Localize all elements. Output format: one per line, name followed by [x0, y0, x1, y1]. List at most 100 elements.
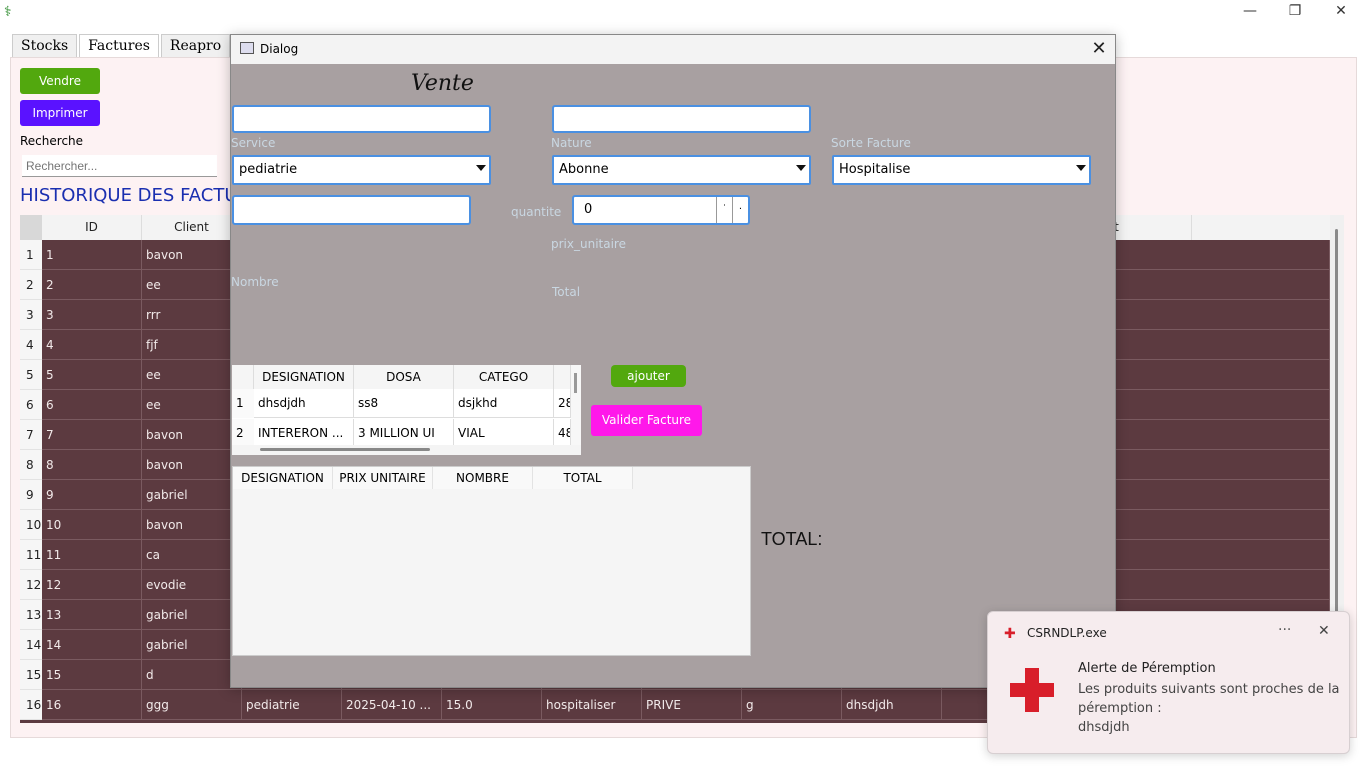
- tab-factures[interactable]: Factures: [79, 34, 159, 58]
- row-header[interactable]: 13: [20, 600, 42, 630]
- table-cell[interactable]: rrr: [142, 300, 242, 330]
- table-cell[interactable]: gabriel: [142, 480, 242, 510]
- table-cell[interactable]: bavon: [142, 420, 242, 450]
- valider-facture-button[interactable]: Valider Facture: [591, 405, 702, 436]
- table-cell[interactable]: 2: [42, 270, 142, 300]
- table-cell[interactable]: gabriel: [142, 600, 242, 630]
- service-select[interactable]: pediatrie: [232, 155, 491, 185]
- search-input[interactable]: [22, 155, 217, 177]
- spin-down-button[interactable]: ·: [732, 197, 748, 223]
- table-cell[interactable]: d: [142, 660, 242, 690]
- row-header[interactable]: 3: [20, 300, 42, 330]
- spin-up-button[interactable]: ˙: [716, 197, 732, 223]
- table-cell[interactable]: bavon: [142, 450, 242, 480]
- table-cell[interactable]: 15: [42, 660, 142, 690]
- sorte-facture-select[interactable]: Hospitalise: [832, 155, 1091, 185]
- column-header-next[interactable]: [554, 365, 571, 389]
- table-cell[interactable]: 8: [42, 450, 142, 480]
- more-options-button[interactable]: ···: [1278, 622, 1291, 638]
- row-header[interactable]: 2: [20, 270, 42, 300]
- column-header-client[interactable]: Client: [142, 215, 242, 240]
- window-close-button[interactable]: ✕: [1318, 0, 1364, 22]
- table-cell[interactable]: pediatrie: [242, 690, 342, 720]
- table-cell[interactable]: 7: [42, 420, 142, 450]
- minimize-button[interactable]: —: [1227, 0, 1273, 22]
- table-cell[interactable]: 5: [42, 360, 142, 390]
- table-cell[interactable]: ca: [142, 540, 242, 570]
- product-vscroll-thumb[interactable]: [574, 373, 577, 393]
- table-cell[interactable]: PRIVE: [642, 690, 742, 720]
- expiry-notification[interactable]: ✚ CSRNDLP.exe ··· ✕ Alerte de Péremption…: [987, 611, 1350, 754]
- column-header-designation[interactable]: DESIGNATION: [254, 365, 354, 389]
- table-cell[interactable]: 6: [42, 390, 142, 420]
- table-cell[interactable]: fjf: [142, 330, 242, 360]
- ajouter-button[interactable]: ajouter: [611, 365, 686, 387]
- table-cell[interactable]: bavon: [142, 240, 242, 270]
- row-header[interactable]: 6: [20, 390, 42, 420]
- vendre-button[interactable]: Vendre: [20, 68, 100, 94]
- row-header[interactable]: 14: [20, 630, 42, 660]
- row-header[interactable]: 8: [20, 450, 42, 480]
- row-header[interactable]: 15: [20, 660, 42, 690]
- table-cell[interactable]: 11: [42, 540, 142, 570]
- table-cell[interactable]: gabriel: [142, 630, 242, 660]
- column-header-catego[interactable]: CATEGO: [454, 365, 554, 389]
- table-cell[interactable]: ee: [142, 390, 242, 420]
- second-input[interactable]: [552, 105, 811, 133]
- table-cell[interactable]: g: [742, 690, 842, 720]
- product-vscrollbar[interactable]: [571, 365, 581, 445]
- row-header[interactable]: 4: [20, 330, 42, 360]
- maximize-button[interactable]: ❐: [1272, 0, 1318, 22]
- row-header[interactable]: 16: [20, 690, 42, 720]
- table-cell[interactable]: 14: [42, 630, 142, 660]
- table-cell[interactable]: evodie: [142, 570, 242, 600]
- imprimer-button[interactable]: Imprimer: [20, 100, 100, 126]
- notification-close-button[interactable]: ✕: [1318, 623, 1330, 639]
- tab-stocks[interactable]: Stocks: [12, 34, 78, 58]
- medicament-input[interactable]: [232, 195, 471, 225]
- product-cell[interactable]: dsjkhd: [454, 389, 554, 418]
- tab-reapro[interactable]: Reapro: [160, 34, 231, 58]
- client-input[interactable]: [232, 105, 491, 133]
- product-cell[interactable]: 28: [554, 389, 571, 418]
- product-cell[interactable]: dhsdjdh: [254, 389, 354, 418]
- table-cell[interactable]: ggg: [142, 690, 242, 720]
- column-header-total[interactable]: TOTAL: [533, 467, 633, 489]
- product-cell[interactable]: ss8: [354, 389, 454, 418]
- quantite-spinbox[interactable]: 0 ˙ ·: [572, 195, 750, 225]
- row-header[interactable]: 10: [20, 510, 42, 540]
- row-header[interactable]: 9: [20, 480, 42, 510]
- column-header-designation[interactable]: DESIGNATION: [233, 467, 333, 489]
- product-hscroll-thumb[interactable]: [260, 448, 430, 451]
- product-cell[interactable]: 48: [554, 419, 571, 448]
- row-header[interactable]: 5: [20, 360, 42, 390]
- table-cell[interactable]: 3: [42, 300, 142, 330]
- column-header-id[interactable]: ID: [42, 215, 142, 240]
- dialog-close-button[interactable]: ✕: [1087, 38, 1111, 60]
- table-cell[interactable]: 2025-04-10 ...: [342, 690, 442, 720]
- column-header-prix-unitaire[interactable]: PRIX UNITAIRE: [333, 467, 433, 489]
- row-header[interactable]: 11: [20, 540, 42, 570]
- table-cell[interactable]: 15.0: [442, 690, 542, 720]
- table-cell[interactable]: bavon: [142, 510, 242, 540]
- product-cell[interactable]: 3 MILLION UI: [354, 419, 454, 448]
- row-header[interactable]: 12: [20, 570, 42, 600]
- table-cell[interactable]: 1: [42, 240, 142, 270]
- table-cell[interactable]: dhsdjdh: [842, 690, 942, 720]
- product-cell[interactable]: VIAL: [454, 419, 554, 448]
- table-cell[interactable]: 16: [42, 690, 142, 720]
- table-cell[interactable]: ee: [142, 270, 242, 300]
- row-header[interactable]: 1: [20, 240, 42, 270]
- table-cell[interactable]: 9: [42, 480, 142, 510]
- nature-select[interactable]: Abonne: [552, 155, 811, 185]
- table-cell[interactable]: 10: [42, 510, 142, 540]
- table-cell[interactable]: hospitaliser: [542, 690, 642, 720]
- table-cell[interactable]: 4: [42, 330, 142, 360]
- product-hscrollbar[interactable]: [232, 445, 581, 455]
- column-header-nombre[interactable]: NOMBRE: [433, 467, 533, 489]
- product-cell[interactable]: INTERERON ...: [254, 419, 354, 448]
- column-header-dosa[interactable]: DOSA: [354, 365, 454, 389]
- row-header[interactable]: 7: [20, 420, 42, 450]
- table-cell[interactable]: 12: [42, 570, 142, 600]
- table-cell[interactable]: 13: [42, 600, 142, 630]
